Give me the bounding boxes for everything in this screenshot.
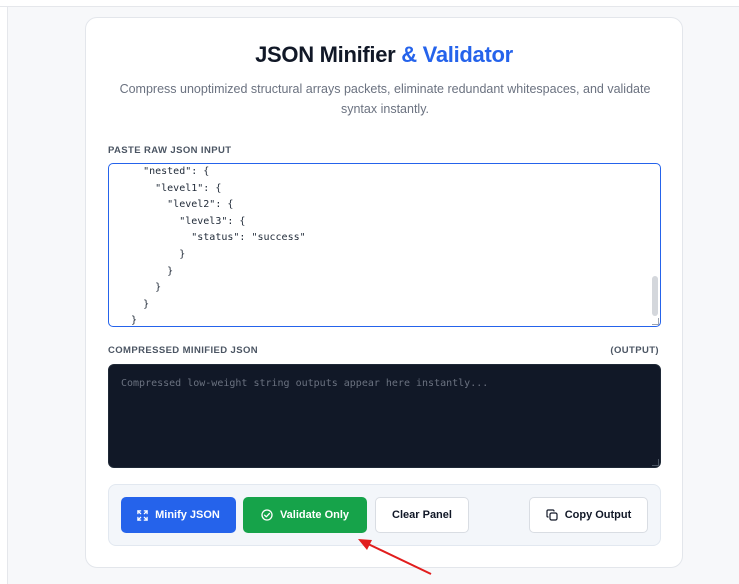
output-resize-handle[interactable] [652, 459, 659, 466]
json-output-textarea[interactable]: Compressed low-weight string outputs app… [108, 364, 661, 468]
check-circle-icon [261, 509, 273, 521]
clear-button-label: Clear Panel [392, 509, 452, 521]
json-input-text[interactable]: "nested": { "level1": { "level2": { "lev… [119, 164, 306, 326]
copy-icon [546, 509, 558, 521]
top-strip [0, 0, 739, 7]
input-resize-handle[interactable] [652, 318, 659, 325]
minify-json-button[interactable]: Minify JSON [121, 497, 236, 533]
left-edge-panel [0, 7, 8, 584]
page-title: JSON Minifier & Validator [86, 42, 682, 68]
copy-output-button[interactable]: Copy Output [529, 497, 648, 533]
minifier-card: JSON Minifier & Validator Compress unopt… [85, 17, 683, 568]
validate-only-button[interactable]: Validate Only [243, 497, 367, 533]
json-input-textarea[interactable]: "nested": { "level1": { "level2": { "lev… [108, 163, 661, 327]
action-bar: Minify JSON Validate Only Clear Panel Co… [108, 484, 661, 546]
expand-arrows-icon [137, 509, 148, 521]
title-accent: & Validator [401, 42, 513, 67]
output-tag: (OUTPUT) [610, 345, 659, 356]
input-label: PASTE RAW JSON INPUT [108, 145, 232, 156]
minify-button-label: Minify JSON [155, 509, 220, 521]
title-main: JSON Minifier [255, 42, 396, 67]
validate-button-label: Validate Only [279, 509, 350, 521]
clear-panel-button[interactable]: Clear Panel [375, 497, 469, 533]
page-subtitle: Compress unoptimized structural arrays p… [119, 82, 651, 116]
copy-button-label: Copy Output [564, 509, 632, 521]
output-label: COMPRESSED MINIFIED JSON [108, 345, 259, 356]
output-placeholder: Compressed low-weight string outputs app… [121, 378, 489, 389]
input-scrollbar[interactable] [652, 276, 658, 316]
